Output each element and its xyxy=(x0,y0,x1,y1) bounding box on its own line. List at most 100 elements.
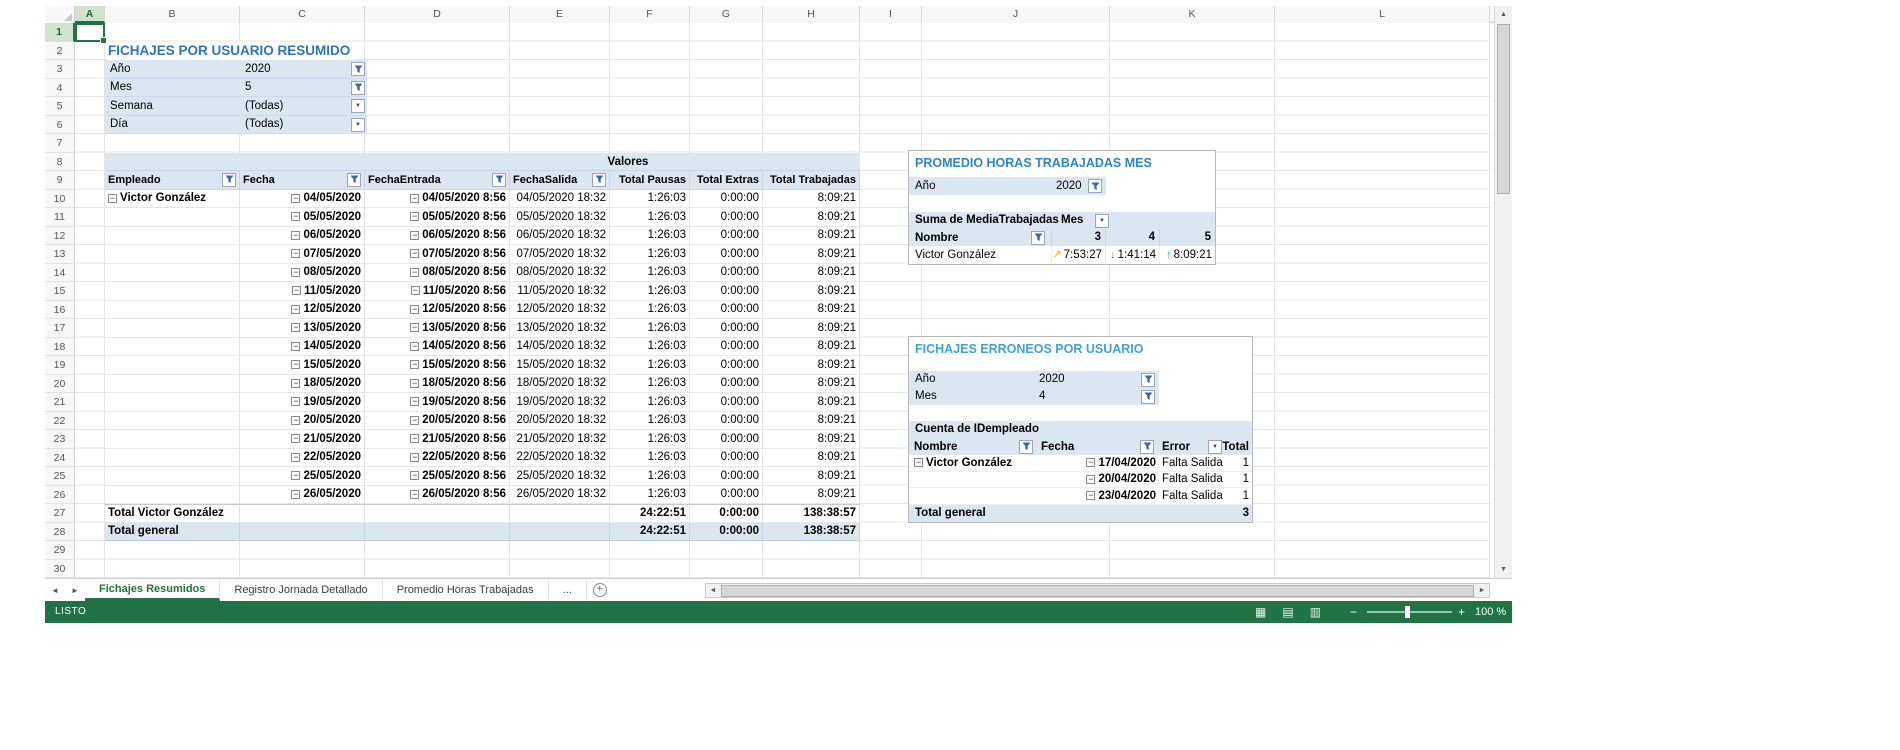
cell-total[interactable]: 1 xyxy=(1224,490,1252,502)
scroll-right-icon[interactable]: ► xyxy=(1475,587,1489,594)
row-header[interactable]: 7 xyxy=(45,134,75,153)
mes-dropdown-button[interactable]: ▼ xyxy=(1095,214,1109,228)
collapse-icon[interactable]: − xyxy=(410,360,419,369)
cell-total-extras[interactable]: 0:00:00 xyxy=(690,338,763,357)
column-header[interactable]: F xyxy=(610,6,690,23)
cell-fecha-entrada[interactable]: − 06/05/2020 8:56 xyxy=(365,227,510,246)
header-total-pausas[interactable]: Total Pausas xyxy=(610,171,690,190)
cell-fecha[interactable]: − 20/05/2020 xyxy=(240,412,365,431)
cell-total-pausas[interactable]: 1:26:03 xyxy=(610,467,690,486)
row-header[interactable]: 6 xyxy=(45,116,75,135)
cell-fecha[interactable]: − 25/05/2020 xyxy=(240,467,365,486)
row-header[interactable]: 21 xyxy=(45,393,75,412)
row-header[interactable]: 11 xyxy=(45,208,75,227)
ano-filter-button[interactable]: ▼ xyxy=(1088,179,1102,193)
cell-fecha-entrada[interactable]: − 21/05/2020 8:56 xyxy=(365,430,510,449)
collapse-icon[interactable]: − xyxy=(291,212,300,221)
collapse-icon[interactable]: − xyxy=(410,434,419,443)
row-header[interactable]: 27 xyxy=(45,504,75,523)
scroll-up-icon[interactable]: ▲ xyxy=(1495,6,1512,23)
cell-total-trabajadas[interactable]: 8:09:21 xyxy=(763,430,860,449)
header-empleado[interactable]: Empleado ▼ xyxy=(105,171,240,190)
vertical-scrollbar[interactable]: ▲ ▼ xyxy=(1494,6,1512,578)
sheet-tab[interactable]: Registro Jornada Detallado xyxy=(220,579,382,601)
cell-fecha[interactable]: − 11/05/2020 xyxy=(240,282,365,301)
row-header[interactable]: 19 xyxy=(45,356,75,375)
row-header[interactable]: 16 xyxy=(45,301,75,320)
cell-total-extras[interactable]: 0:00:00 xyxy=(690,467,763,486)
cell-total-extras[interactable]: 0:00:00 xyxy=(690,356,763,375)
cell-total-trabajadas[interactable]: 8:09:21 xyxy=(763,227,860,246)
column-header[interactable]: A xyxy=(75,6,105,23)
collapse-icon[interactable]: − xyxy=(292,286,301,295)
cell-empleado[interactable]: − xyxy=(105,467,240,486)
cell-total-pausas[interactable]: 1:26:03 xyxy=(610,430,690,449)
cell-fecha[interactable]: − 13/05/2020 xyxy=(240,319,365,338)
cell-total-trabajadas[interactable]: 8:09:21 xyxy=(763,486,860,505)
column-header[interactable]: K xyxy=(1110,6,1275,23)
nombre-filter-button[interactable]: ▼ xyxy=(1019,440,1033,454)
cell-total-pausas[interactable]: 1:26:03 xyxy=(610,282,690,301)
column-header[interactable]: C xyxy=(240,6,365,23)
collapse-icon[interactable]: − xyxy=(291,231,300,240)
cell-fecha-entrada[interactable]: − 15/05/2020 8:56 xyxy=(365,356,510,375)
header-fecha[interactable]: Fecha ▼ xyxy=(240,171,365,190)
cell-total-trabajadas[interactable]: 8:09:21 xyxy=(763,467,860,486)
cell-total-extras[interactable]: 0:00:00 xyxy=(690,375,763,394)
scroll-left-icon[interactable]: ◄ xyxy=(706,587,720,594)
fecha-entrada-filter-button[interactable]: ▼ xyxy=(492,173,506,187)
cell-empleado[interactable]: − xyxy=(105,430,240,449)
cell-total-extras[interactable]: 0:00:00 xyxy=(690,301,763,320)
row-header[interactable]: 22 xyxy=(45,412,75,431)
cell-empleado[interactable]: − xyxy=(105,227,240,246)
collapse-icon[interactable]: − xyxy=(410,471,419,480)
cell-total-pausas[interactable]: 1:26:03 xyxy=(610,375,690,394)
fecha-filter-button[interactable]: ▼ xyxy=(347,173,361,187)
cell-total-trabajadas[interactable]: 8:09:21 xyxy=(763,412,860,431)
cell-total-pausas[interactable]: 1:26:03 xyxy=(610,486,690,505)
cell-error[interactable]: Falta Salida xyxy=(1158,457,1224,469)
cell-total-pausas[interactable]: 1:26:03 xyxy=(610,356,690,375)
collapse-icon[interactable]: − xyxy=(1086,491,1095,500)
cell-total-extras[interactable]: 0:00:00 xyxy=(690,393,763,412)
cell-fecha-entrada[interactable]: − 22/05/2020 8:56 xyxy=(365,449,510,468)
subtotal-extras[interactable]: 0:00:00 xyxy=(690,504,763,523)
tab-scroll-left-button[interactable]: ◄ xyxy=(45,579,65,601)
collapse-icon[interactable]: − xyxy=(410,323,419,332)
row-header[interactable]: 26 xyxy=(45,486,75,505)
cell-empleado[interactable]: − xyxy=(105,449,240,468)
cell-nombre[interactable]: Victor González xyxy=(909,249,1051,261)
cell-fecha[interactable]: − 18/05/2020 xyxy=(240,375,365,394)
cell-total-pausas[interactable]: 1:26:03 xyxy=(610,208,690,227)
cell-total-pausas[interactable]: 1:26:03 xyxy=(610,264,690,283)
row-header[interactable]: 13 xyxy=(45,245,75,264)
collapse-icon[interactable]: − xyxy=(291,471,300,480)
collapse-icon[interactable]: − xyxy=(291,453,300,462)
cell-empleado[interactable]: − xyxy=(105,486,240,505)
cell-total-extras[interactable]: 0:00:00 xyxy=(690,319,763,338)
collapse-icon[interactable]: − xyxy=(410,490,419,499)
row-header[interactable]: 24 xyxy=(45,449,75,468)
row-header[interactable]: 9 xyxy=(45,171,75,190)
cell-fecha-entrada[interactable]: − 07/05/2020 8:56 xyxy=(365,245,510,264)
page-break-view-icon[interactable]: ▥ xyxy=(1310,605,1321,619)
cell-fecha-salida[interactable]: 06/05/2020 18:32 xyxy=(510,227,610,246)
cell-total-trabajadas[interactable]: 8:09:21 xyxy=(763,356,860,375)
cell-total-extras[interactable]: 0:00:00 xyxy=(690,486,763,505)
cell-total-extras[interactable]: 0:00:00 xyxy=(690,412,763,431)
zoom-out-button[interactable]: − xyxy=(1350,601,1357,623)
row-header[interactable]: 20 xyxy=(45,375,75,394)
filter-value[interactable]: (Todas) xyxy=(245,118,283,130)
cell-total-pausas[interactable]: 1:26:03 xyxy=(610,227,690,246)
cell-total-trabajadas[interactable]: 8:09:21 xyxy=(763,319,860,338)
tab-scroll-right-button[interactable]: ► xyxy=(65,579,85,601)
collapse-icon[interactable]: − xyxy=(410,305,419,314)
row-header[interactable]: 3 xyxy=(45,60,75,79)
cell-total-extras[interactable]: 0:00:00 xyxy=(690,245,763,264)
cell-fecha[interactable]: − 17/04/2020 xyxy=(1039,457,1158,469)
row-header[interactable]: 29 xyxy=(45,541,75,560)
subtotal-label-cell[interactable]: Total Victor González xyxy=(105,504,240,523)
zoom-level[interactable]: 100 % xyxy=(1475,601,1506,623)
row-header[interactable]: 2 xyxy=(45,42,75,61)
cell-empleado[interactable]: − Victor González xyxy=(105,190,240,209)
